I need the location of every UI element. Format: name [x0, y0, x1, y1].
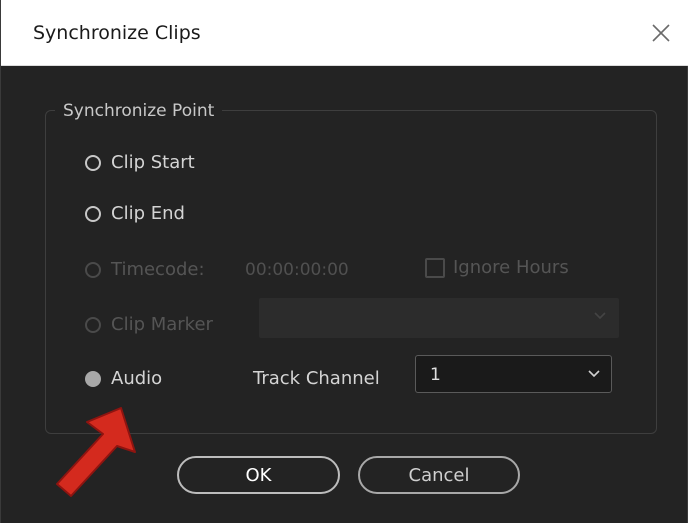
- ok-button[interactable]: OK: [177, 456, 340, 494]
- close-button[interactable]: [633, 0, 688, 66]
- ignore-hours-label: Ignore Hours: [453, 257, 569, 278]
- radio-circle-icon: [85, 261, 101, 278]
- close-icon: [652, 24, 670, 42]
- radio-clip-marker[interactable]: Clip Marker: [85, 314, 213, 335]
- chevron-down-icon: [594, 312, 606, 320]
- cancel-label: Cancel: [408, 464, 470, 486]
- clip-end-label: Clip End: [111, 203, 185, 224]
- ok-label: OK: [245, 464, 272, 486]
- dialog-title: Synchronize Clips: [33, 22, 201, 44]
- radio-clip-start[interactable]: Clip Start: [85, 152, 195, 173]
- clip-marker-dropdown[interactable]: [259, 298, 619, 338]
- track-channel-value: 1: [430, 365, 441, 385]
- radio-circle-icon: [85, 316, 101, 333]
- cancel-button[interactable]: Cancel: [358, 456, 520, 494]
- radio-selected-icon: [85, 370, 101, 387]
- red-arrow-annotation: [56, 407, 136, 497]
- group-legend: Synchronize Point: [55, 101, 223, 121]
- clip-marker-label: Clip Marker: [111, 314, 213, 335]
- synchronize-clips-dialog: Synchronize Clips Synchronize Point Clip…: [0, 0, 688, 523]
- radio-clip-end[interactable]: Clip End: [85, 203, 185, 224]
- track-channel-dropdown[interactable]: 1: [415, 355, 612, 393]
- audio-label: Audio: [111, 368, 163, 389]
- radio-audio[interactable]: Audio: [85, 368, 162, 389]
- title-bar: Synchronize Clips: [1, 0, 688, 66]
- chevron-down-icon: [588, 370, 600, 378]
- checkbox-icon: [425, 257, 445, 278]
- ignore-hours-checkbox[interactable]: Ignore Hours: [425, 257, 569, 278]
- radio-timecode[interactable]: Timecode:: [85, 259, 205, 280]
- radio-circle-icon: [85, 154, 101, 171]
- timecode-label: Timecode:: [111, 259, 205, 280]
- track-channel-label: Track Channel: [253, 368, 380, 389]
- timecode-value: 00:00:00:00: [245, 260, 349, 280]
- radio-circle-icon: [85, 205, 101, 222]
- clip-start-label: Clip Start: [111, 152, 195, 173]
